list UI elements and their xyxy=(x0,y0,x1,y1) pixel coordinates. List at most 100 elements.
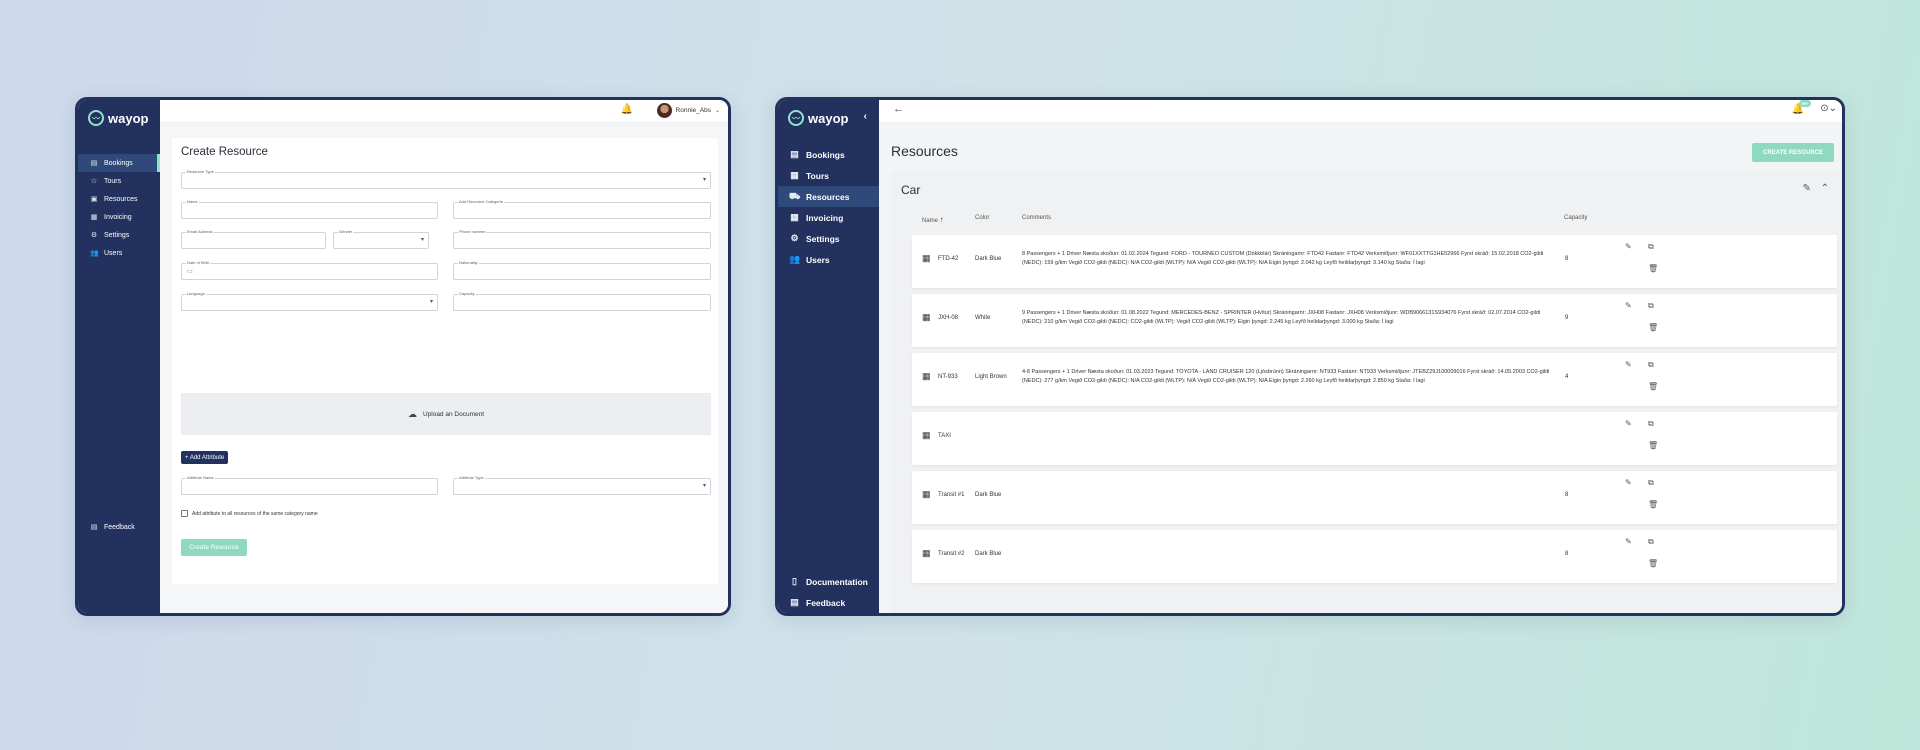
attribute-name-field[interactable]: Attribute Name xyxy=(181,475,438,495)
sidebar-item-resources[interactable]: ▣ Resources xyxy=(78,190,160,208)
resource-name: FTD-42 xyxy=(938,256,959,262)
sidebar-item-label: Resources xyxy=(104,195,138,203)
calendar-icon[interactable]: ▭ xyxy=(187,268,193,275)
car-icon: ⛟ xyxy=(789,190,801,201)
chevron-up-icon[interactable]: ⌃ xyxy=(1821,183,1829,194)
collapse-sidebar-icon[interactable]: ‹ xyxy=(864,111,867,122)
edit-icon[interactable]: ✎ xyxy=(1625,419,1632,428)
content-area: Create Resource Resource Type ▾ Name Add… xyxy=(160,123,728,613)
top-bar: 🔔 Ronnie_Abs ⌄ xyxy=(160,100,728,123)
copy-icon[interactable]: ⧉ xyxy=(1648,537,1654,547)
language-select[interactable]: Language ▾ xyxy=(181,291,438,311)
resource-capacity: 8 xyxy=(1565,551,1569,557)
sidebar-item-settings[interactable]: ⚙ Settings xyxy=(778,228,879,249)
copy-icon[interactable]: ⧉ xyxy=(1648,360,1654,370)
chevron-down-icon: ▾ xyxy=(702,483,706,489)
attribute-type-select[interactable]: Attribute Type ▾ xyxy=(453,475,711,495)
table-row[interactable]: ▦ JXH-08 White 9 Passengers + 1 Driver Næst… xyxy=(912,294,1837,347)
nationality-field[interactable]: Nationality xyxy=(453,260,711,280)
calendar-icon[interactable]: ▦ xyxy=(922,548,931,559)
resource-color: Dark Blue xyxy=(975,492,1002,498)
table-row[interactable]: ▦ Transit #1 Dark Blue 8 ✎ ⧉ 🗑 xyxy=(912,471,1837,524)
table-header: Name ↑ Color Comments Capacity xyxy=(912,215,1837,229)
create-resource-button[interactable]: CREATE RESOURCE xyxy=(1752,143,1834,162)
gender-select[interactable]: Gender ▾ xyxy=(333,229,429,249)
name-field[interactable]: Name xyxy=(181,199,438,219)
edit-icon[interactable]: ✎ xyxy=(1625,301,1632,310)
resource-category-field[interactable]: Add Resource Categorie xyxy=(453,199,711,219)
edit-icon[interactable]: ✎ xyxy=(1625,537,1632,546)
trash-icon[interactable]: 🗑 xyxy=(1648,264,1658,273)
resource-name: Transit #1 xyxy=(938,492,965,498)
edit-icon[interactable]: ✎ xyxy=(1625,360,1632,369)
email-field[interactable]: Email Address xyxy=(181,229,326,249)
table-row[interactable]: ▦ NT-933 Light Brown 4-8 Passengers + 1 Dri… xyxy=(912,353,1837,406)
resource-color: Dark Blue xyxy=(975,256,1002,262)
add-attribute-button[interactable]: + Add Attribute xyxy=(181,451,229,464)
field-label: Name xyxy=(186,199,199,204)
sidebar-item-bookings[interactable]: ▤ Bookings xyxy=(78,154,160,172)
copy-icon[interactable]: ⧉ xyxy=(1648,242,1654,252)
trash-icon[interactable]: 🗑 xyxy=(1648,559,1658,568)
sidebar-item-label: Feedback xyxy=(104,523,135,531)
trash-icon[interactable]: 🗑 xyxy=(1648,441,1658,450)
sidebar-item-feedback[interactable]: ▤ Feedback xyxy=(778,592,879,613)
notification-bell-icon[interactable]: 🔔 xyxy=(621,104,633,115)
sidebar-item-tours[interactable]: ☆ Tours xyxy=(78,172,160,190)
trash-icon[interactable]: 🗑 xyxy=(1648,382,1658,391)
copy-icon[interactable]: ⧉ xyxy=(1648,301,1654,311)
sidebar-item-resources[interactable]: ⛟ Resources xyxy=(778,186,879,207)
apply-all-checkbox[interactable] xyxy=(181,510,188,517)
field-label: Add Resource Categorie xyxy=(458,199,504,204)
resource-name: JXH-08 xyxy=(938,315,959,321)
edit-section-icon[interactable]: ✎ xyxy=(1803,183,1811,194)
sidebar-item-invoicing[interactable]: ▦ Invoicing xyxy=(78,208,160,226)
column-header-name[interactable]: Name ↑ xyxy=(922,215,944,224)
copy-icon[interactable]: ⧉ xyxy=(1648,478,1654,488)
edit-icon[interactable]: ✎ xyxy=(1625,478,1632,487)
avatar xyxy=(656,103,672,118)
sidebar-item-settings[interactable]: ⚙ Settings xyxy=(78,226,160,244)
gear-icon: ⚙ xyxy=(790,233,799,243)
dob-field[interactable]: Date of Birth ▭ xyxy=(181,260,438,280)
column-header-comments: Comments xyxy=(1022,215,1052,221)
calendar-icon[interactable]: ▦ xyxy=(922,371,931,382)
sidebar-item-bookings[interactable]: ▤ Bookings xyxy=(778,144,879,165)
table-row[interactable]: ▦ TAXI ✎ ⧉ 🗑 xyxy=(912,412,1837,465)
field-label: Nationality xyxy=(458,260,479,265)
star-icon: ☆ xyxy=(90,178,98,185)
edit-icon[interactable]: ✎ xyxy=(1625,242,1632,251)
trash-icon[interactable]: 🗑 xyxy=(1648,500,1658,509)
calendar-icon[interactable]: ▦ xyxy=(922,253,931,264)
trash-icon[interactable]: 🗑 xyxy=(1648,323,1658,332)
resource-name: Transit #2 xyxy=(938,551,965,557)
table-row[interactable]: ▦ FTD-42 Dark Blue 8 Passengers + 1 Driver … xyxy=(912,235,1837,288)
sidebar-item-invoicing[interactable]: ▦ Invoicing xyxy=(778,207,879,228)
logo: 〰 wayop xyxy=(78,102,160,134)
sidebar-item-label: Bookings xyxy=(806,149,845,160)
cloud-upload-icon: ☁ xyxy=(407,408,417,419)
calendar-icon[interactable]: ▦ xyxy=(922,489,931,500)
create-resource-button[interactable]: Create Resource xyxy=(181,539,247,556)
sidebar-nav: ▤ Bookings ▦ Tours ⛟ Resources ▦ Invoicing ⚙ Sett… xyxy=(778,144,879,270)
sidebar-item-tours[interactable]: ▦ Tours xyxy=(778,165,879,186)
section-title: Car xyxy=(901,183,921,197)
account-circle-icon[interactable]: ⊙⌄ xyxy=(1820,103,1837,114)
sidebar-item-users[interactable]: 👥 Users xyxy=(78,244,160,262)
copy-icon[interactable]: ⧉ xyxy=(1648,419,1654,429)
user-menu[interactable]: Ronnie_Abs ⌄ xyxy=(656,103,720,118)
sidebar-item-users[interactable]: 👥 Users xyxy=(778,249,879,270)
back-arrow-icon[interactable]: ← xyxy=(893,103,904,115)
calendar-icon[interactable]: ▦ xyxy=(922,430,931,441)
field-label: Phone number xyxy=(458,229,487,234)
resource-type-select[interactable]: Resource Type ▾ xyxy=(181,169,711,189)
table-row[interactable]: ▦ Transit #2 Dark Blue 8 ✎ ⧉ 🗑 xyxy=(912,530,1837,583)
upload-dropzone[interactable]: ☁ Upload an Document xyxy=(181,393,711,435)
field-label: Date of Birth xyxy=(186,260,211,265)
sidebar-item-feedback[interactable]: ▤ Feedback xyxy=(78,518,160,536)
calendar-icon: ▦ xyxy=(790,170,799,180)
capacity-field[interactable]: Capacity xyxy=(453,291,711,311)
phone-field[interactable]: Phone number xyxy=(453,229,711,249)
calendar-icon[interactable]: ▦ xyxy=(922,312,931,323)
sidebar-item-documentation[interactable]: ▯ Documentation xyxy=(778,571,879,592)
